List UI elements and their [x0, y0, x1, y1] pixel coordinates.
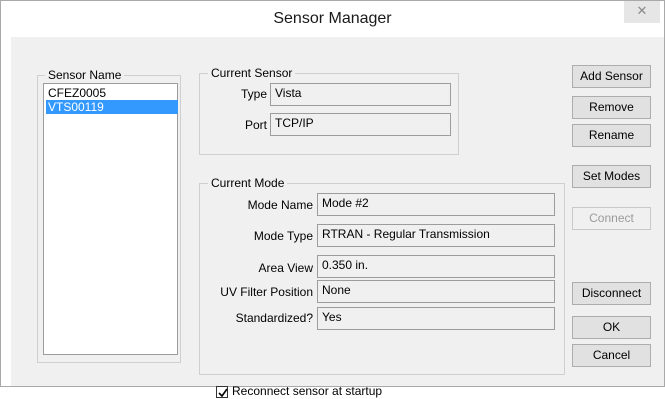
remove-button[interactable]: Remove — [572, 96, 651, 119]
window-title: Sensor Manager — [273, 10, 392, 27]
disconnect-button[interactable]: Disconnect — [572, 282, 651, 305]
cancel-button[interactable]: Cancel — [572, 344, 651, 367]
mode-type-field: RTRAN - Regular Transmission — [317, 224, 555, 247]
uv-filter-position-field: None — [317, 280, 555, 303]
standardized-label: Standardized? — [235, 311, 313, 325]
port-label: Port — [244, 118, 267, 132]
title-bar: Sensor Manager ✕ — [1, 1, 664, 37]
dialog-body: Sensor Name CFEZ0005 VTS00119 Current Se… — [11, 37, 663, 398]
current-sensor-label: Current Sensor — [208, 66, 296, 80]
rename-button[interactable]: Rename — [572, 124, 651, 147]
area-view-field: 0.350 in. — [317, 255, 555, 278]
mode-type-label: Mode Type — [253, 229, 313, 243]
standardized-field: Yes — [317, 307, 555, 330]
mode-name-label: Mode Name — [247, 198, 313, 212]
ok-button[interactable]: OK — [572, 316, 651, 339]
sensor-manager-window: Sensor Manager ✕ Sensor Name CFEZ0005 VT… — [0, 0, 665, 398]
close-button[interactable]: ✕ — [624, 1, 660, 23]
port-field: TCP/IP — [270, 113, 451, 136]
mode-name-field: Mode #2 — [317, 193, 555, 216]
reconnect-label[interactable]: Reconnect sensor at startup — [232, 384, 382, 398]
uv-filter-position-label: UV Filter Position — [220, 285, 313, 299]
type-field: Vista — [270, 83, 451, 106]
current-mode-label: Current Mode — [208, 176, 288, 190]
sensor-list-item-selected[interactable]: VTS00119 — [46, 100, 178, 114]
add-sensor-button[interactable]: Add Sensor — [572, 65, 651, 88]
checkmark-icon — [218, 388, 228, 398]
connect-button[interactable]: Connect — [572, 207, 651, 230]
set-modes-button[interactable]: Set Modes — [572, 165, 651, 188]
area-view-label: Area View — [258, 261, 313, 275]
left-edge — [1, 37, 11, 386]
type-label: Type — [240, 87, 267, 101]
reconnect-checkbox[interactable] — [216, 386, 228, 398]
sensor-list[interactable]: CFEZ0005 VTS00119 — [43, 83, 178, 355]
sensor-name-label: Sensor Name — [45, 68, 125, 82]
sensor-list-item[interactable]: CFEZ0005 — [46, 86, 178, 100]
